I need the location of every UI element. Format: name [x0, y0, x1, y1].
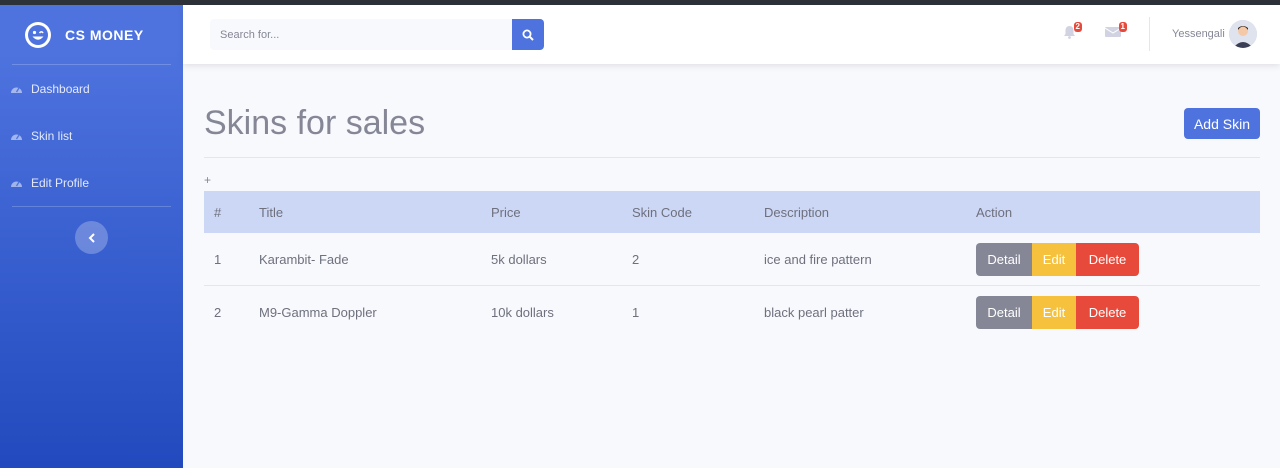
detail-button[interactable]: Detail: [976, 296, 1032, 329]
sidebar: CS MONEY Dashboard Skin list Edit Profil…: [0, 5, 183, 468]
cell-price: 5k dollars: [491, 251, 547, 267]
tachometer-icon: [11, 134, 22, 140]
column-header: Skin Code: [632, 204, 692, 220]
tachometer-icon: [11, 181, 22, 187]
page-title: Skins for sales: [204, 104, 426, 142]
messages-badge: 1: [1118, 22, 1127, 32]
messages-button[interactable]: 1: [1104, 22, 1127, 43]
table-row: 2 M9-Gamma Doppler 10k dollars 1 black p…: [204, 286, 1260, 339]
column-header: Description: [764, 204, 830, 220]
delete-button[interactable]: Delete: [1076, 242, 1139, 276]
tachometer-icon: [11, 87, 22, 93]
alerts-badge: 2: [1073, 22, 1082, 32]
cell-skin-code: 2: [632, 251, 640, 267]
brand[interactable]: CS MONEY: [0, 5, 183, 64]
cell-number: 1: [214, 251, 222, 267]
search-input[interactable]: [210, 19, 512, 50]
user-name[interactable]: Yessengali: [1172, 28, 1225, 40]
cell-description: ice and fire pattern: [764, 251, 872, 267]
search-icon: [522, 29, 534, 41]
cell-description: black pearl patter: [764, 305, 864, 320]
cell-number: 2: [214, 305, 222, 320]
sidebar-item-edit-profile[interactable]: Edit Profile: [0, 159, 183, 206]
topbar-divider: [1149, 17, 1150, 51]
sidebar-item-label: Skin list: [31, 128, 73, 143]
search-button[interactable]: [512, 19, 544, 50]
cell-title: M9-Gamma Doppler: [259, 305, 377, 320]
sidebar-toggle-button[interactable]: [75, 221, 108, 254]
chevron-left-icon: [88, 232, 95, 243]
skins-table: # Title Price Skin Code Description Acti…: [204, 191, 1260, 339]
sidebar-item-label: Dashboard: [31, 81, 90, 96]
brand-name: CS MONEY: [65, 26, 144, 43]
detail-button[interactable]: Detail: [976, 242, 1032, 276]
table-header: # Title Price Skin Code Description Acti…: [204, 191, 1260, 233]
column-header: #: [214, 204, 222, 220]
column-header: Title: [259, 204, 284, 220]
column-header: Price: [491, 204, 521, 220]
sidebar-item-dashboard[interactable]: Dashboard: [0, 65, 183, 112]
topbar: 2 1 Yessengali: [183, 5, 1280, 64]
edit-button[interactable]: Edit: [1032, 242, 1076, 276]
sidebar-item-skin-list[interactable]: Skin list: [0, 112, 183, 159]
delete-button[interactable]: Delete: [1076, 296, 1139, 329]
title-divider: [204, 157, 1260, 158]
cell-price: 10k dollars: [491, 305, 554, 320]
column-header: Action: [976, 204, 1013, 220]
add-skin-button[interactable]: Add Skin: [1184, 108, 1260, 139]
plus-icon[interactable]: +: [204, 173, 211, 187]
alerts-button[interactable]: 2: [1063, 22, 1082, 44]
sidebar-divider: [12, 206, 171, 207]
laugh-wink-icon: [25, 21, 51, 48]
row-actions: Detail Edit Delete: [976, 242, 1139, 276]
sidebar-item-label: Edit Profile: [31, 175, 90, 190]
edit-button[interactable]: Edit: [1032, 296, 1076, 329]
row-actions: Detail Edit Delete: [976, 296, 1139, 329]
cell-skin-code: 1: [632, 305, 640, 320]
cell-title: Karambit- Fade: [259, 251, 349, 267]
avatar[interactable]: [1229, 20, 1257, 48]
main-content: Skins for sales Add Skin + # Title Price…: [183, 64, 1280, 468]
table-row: 1 Karambit- Fade 5k dollars 2 ice and fi…: [204, 233, 1260, 286]
